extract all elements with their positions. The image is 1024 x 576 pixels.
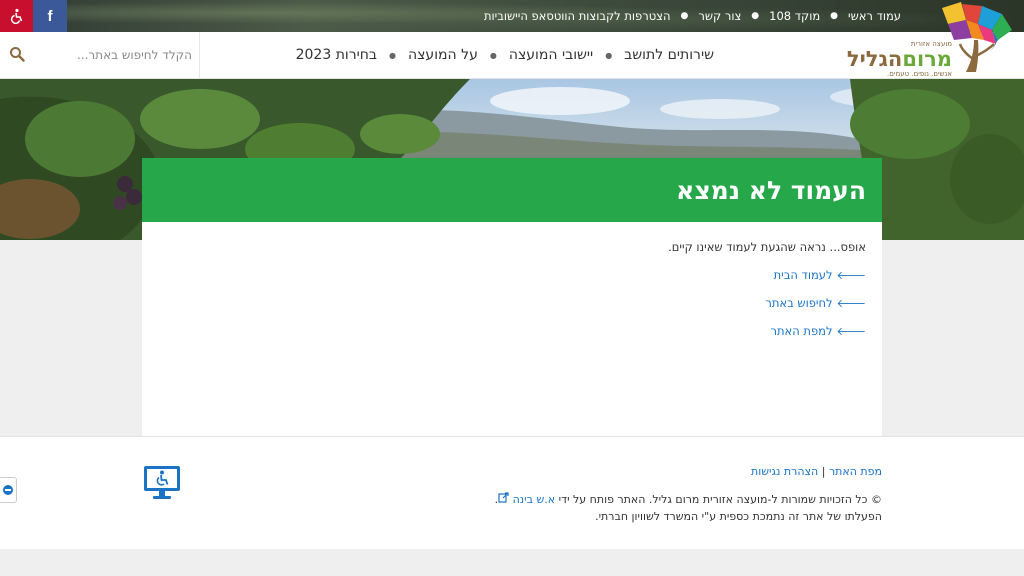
nav-resident-services[interactable]: שירותים לתושב [624, 47, 714, 63]
link-site-search[interactable]: 🡐לחיפוש באתר [668, 296, 866, 310]
card-body: אופס... נראה שהגעת לעמוד שאינו קיים. 🡐לע… [668, 240, 866, 338]
arrow-left-icon: 🡐 [836, 297, 867, 310]
nav-separator: ● [605, 50, 613, 60]
footer-accessibility-link[interactable]: הצהרת נגישות [751, 465, 818, 478]
site-header: שירותים לתושב ● יישובי המועצה ● על המועצ… [0, 2, 1024, 79]
wheelchair-icon [10, 8, 22, 24]
footer-sitemap-link[interactable]: מפת האתר [829, 465, 882, 478]
bottom-strip [0, 549, 1024, 576]
top-nav-separator: ● [751, 11, 760, 21]
logo-name-part2: הגליל [846, 47, 903, 71]
link-sitemap-label: למפת האתר [770, 324, 833, 338]
accessible-computer-icon [144, 466, 180, 499]
arrow-left-icon: 🡐 [836, 325, 867, 338]
card-header: העמוד לא נמצא [142, 158, 882, 222]
search-box [0, 32, 200, 78]
funding-line: הפעלתו של אתר זה נתמכת כספית ע"י המשרד ל… [595, 510, 882, 523]
copyright-line: © כל הזכויות שמורות ל-מועצה אזורית מרום … [494, 492, 882, 506]
not-found-message: אופס... נראה שהגעת לעמוד שאינו קיים. [668, 240, 866, 254]
facebook-button[interactable]: f [33, 0, 67, 32]
widget-icon [3, 485, 13, 495]
top-link-contact[interactable]: צור קשר [698, 9, 741, 23]
not-found-card: העמוד לא נמצא אופס... נראה שהגעת לעמוד ש… [142, 158, 882, 436]
link-site-search-label: לחיפוש באתר [765, 296, 833, 310]
footer-links: מפת האתר | הצהרת נגישות [751, 465, 882, 478]
top-link-whatsapp[interactable]: הצטרפות לקבוצות הווטסאפ היישוביות [484, 9, 671, 23]
page-title: העמוד לא נמצא [676, 175, 866, 205]
nav-about-council[interactable]: על המועצה [408, 47, 478, 63]
logo-text: מועצה אזורית מרוםהגליל אנשים. נופים. טעמ… [847, 40, 952, 78]
site-logo[interactable]: מועצה אזורית מרוםהגליל אנשים. נופים. טעמ… [826, 0, 1016, 78]
logo-name: מרוםהגליל [847, 48, 952, 70]
nav-elections-2023[interactable]: בחירות 2023 [296, 47, 377, 63]
footer-separator: | [821, 465, 826, 478]
arrow-left-icon: 🡐 [836, 269, 867, 282]
copyright-prefix: © כל הזכויות שמורות ל-מועצה אזורית מרום … [558, 493, 882, 506]
accessibility-logo[interactable] [142, 463, 182, 503]
accessibility-button[interactable] [0, 0, 33, 32]
logo-name-part1: מרום [902, 47, 952, 71]
side-widget-button[interactable] [0, 477, 17, 503]
nav-council-settlements[interactable]: יישובי המועצה [509, 47, 593, 63]
link-home-page[interactable]: 🡐לעמוד הבית [668, 268, 866, 282]
top-link-108[interactable]: מוקד 108 [769, 9, 820, 23]
developer-link[interactable]: א.ש בינה [498, 492, 556, 506]
nav-separator: ● [389, 50, 396, 60]
external-link-icon [498, 492, 509, 503]
developer-link-label: א.ש בינה [512, 493, 556, 506]
search-icon[interactable] [9, 46, 25, 62]
link-home-page-label: לעמוד הבית [773, 268, 833, 282]
main-nav: שירותים לתושב ● יישובי המועצה ● על המועצ… [296, 32, 714, 78]
site-footer: מפת האתר | הצהרת נגישות © כל הזכויות שמו… [0, 436, 1024, 549]
link-sitemap[interactable]: 🡐למפת האתר [668, 324, 867, 338]
logo-tagline: אנשים. נופים. טעמים. [887, 70, 952, 78]
facebook-icon: f [47, 7, 53, 25]
nav-separator: ● [489, 50, 497, 60]
top-nav-separator: ● [680, 11, 689, 21]
copyright-text: © כל הזכויות שמורות ל-מועצה אזורית מרום … [495, 491, 882, 525]
search-input[interactable] [34, 41, 192, 69]
